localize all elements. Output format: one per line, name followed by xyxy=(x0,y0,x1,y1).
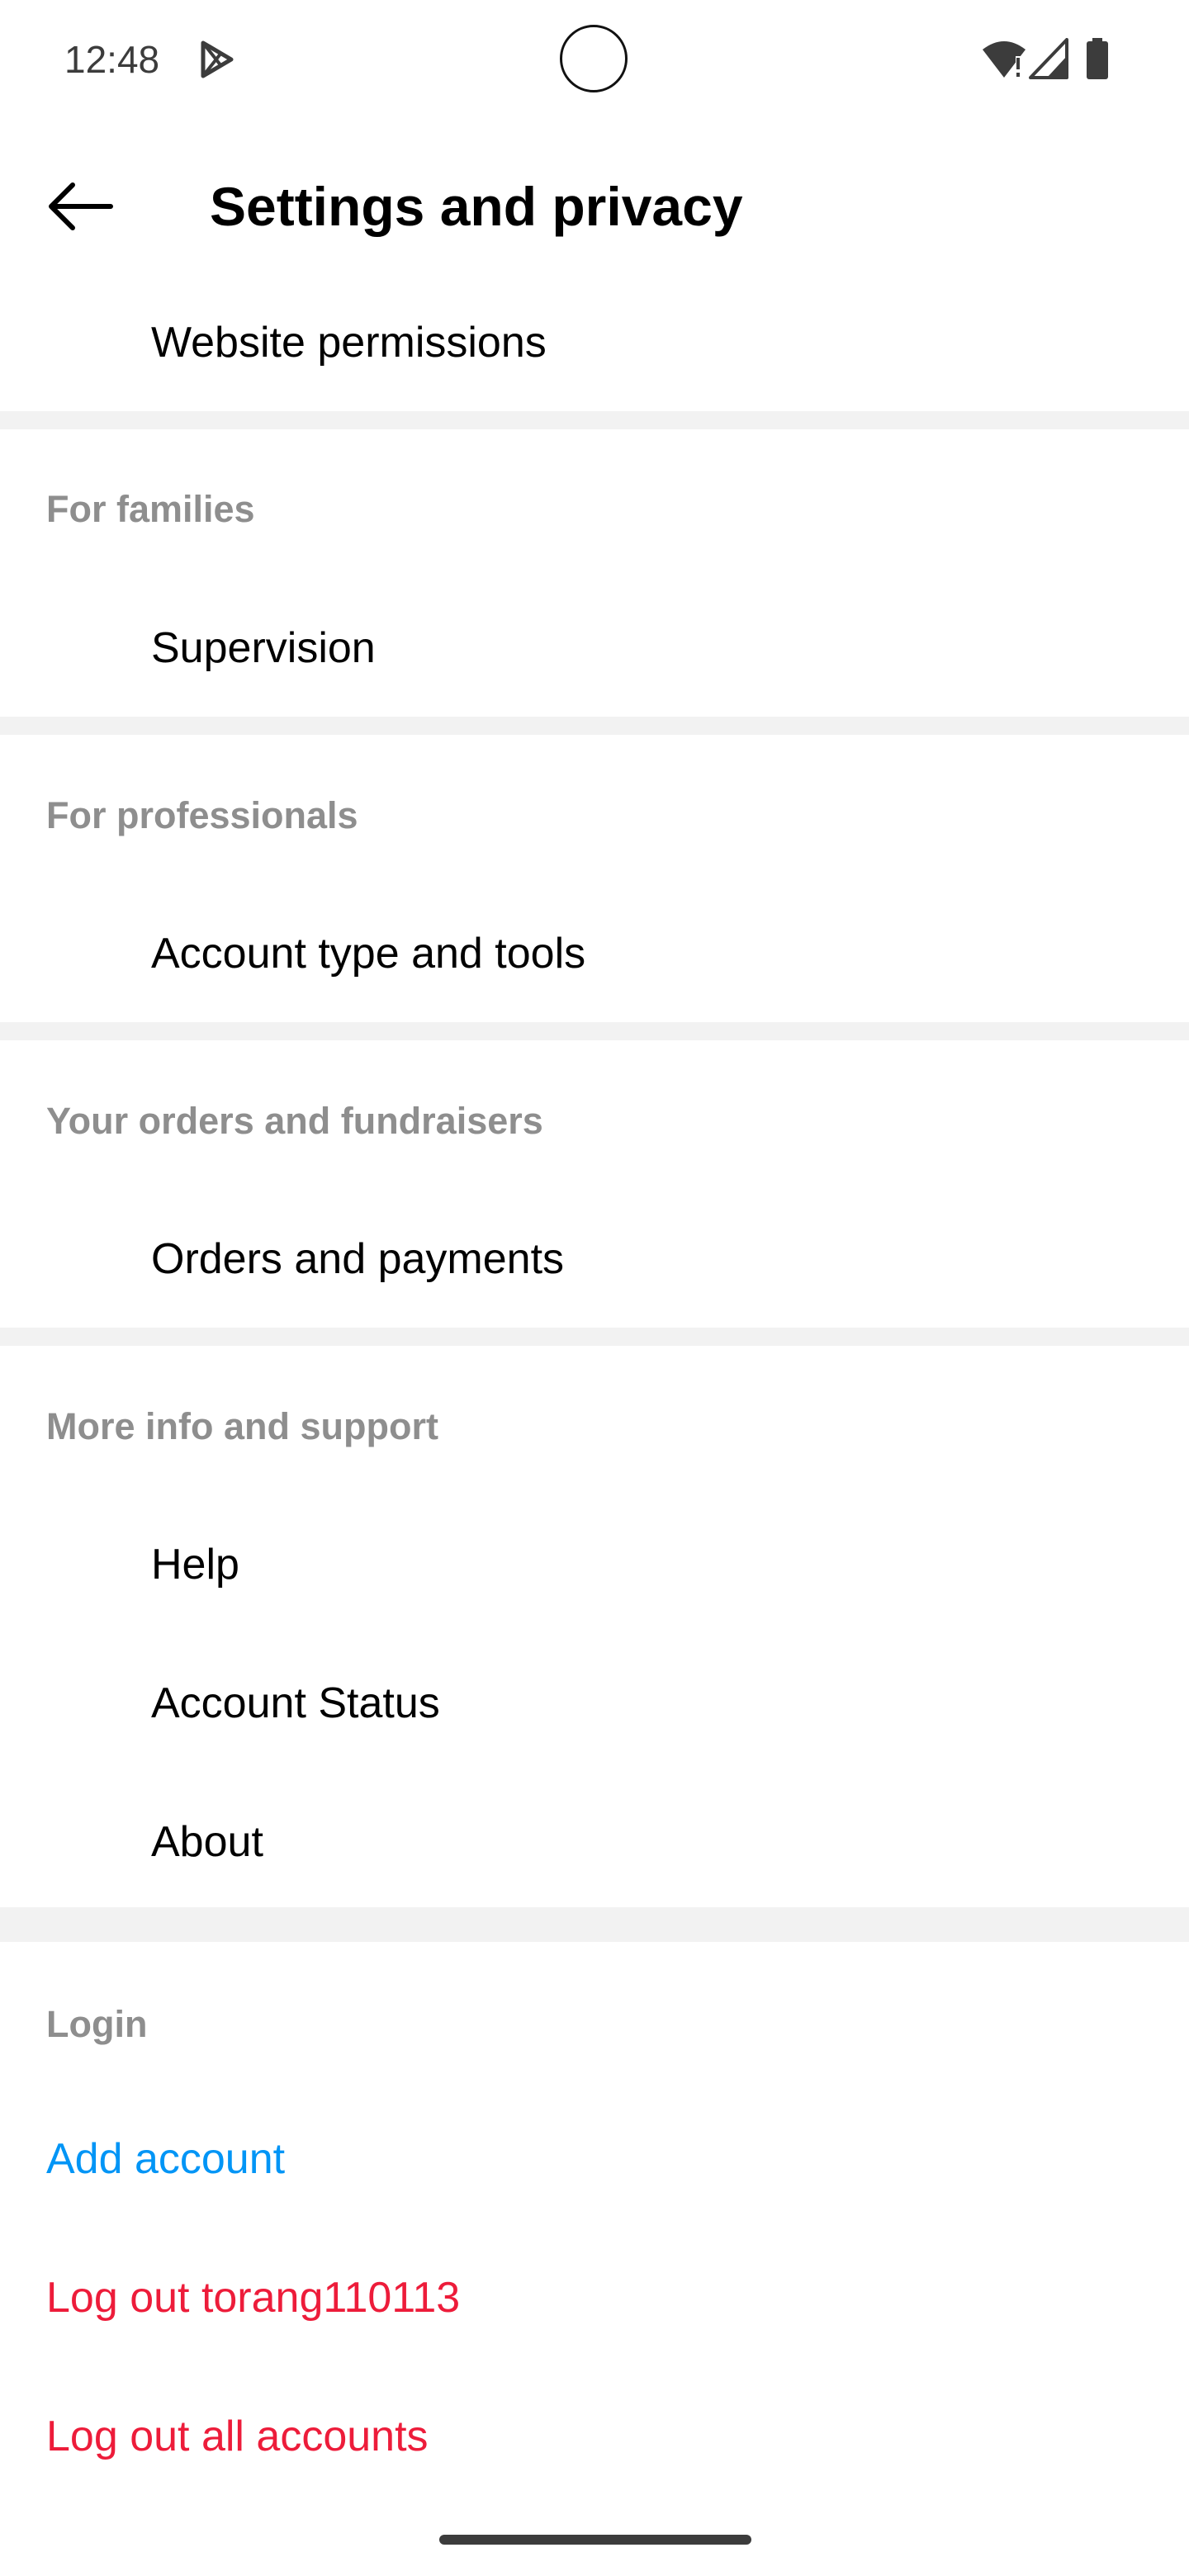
about-label: About xyxy=(151,1818,263,1866)
screen: 12:48 Settings and privacy Website permi… xyxy=(0,0,1189,2576)
app-bar: Settings and privacy xyxy=(0,140,1189,264)
section-header-families: For families xyxy=(46,488,255,530)
log-out-user-label: Log out torang110113 xyxy=(46,2274,461,2322)
home-indicator[interactable] xyxy=(439,2535,751,2545)
log-out-all-label: Log out all accounts xyxy=(46,2413,429,2460)
supervision-item[interactable]: Supervision xyxy=(0,586,1189,710)
camera-cutout xyxy=(560,25,628,92)
status-bar: 12:48 xyxy=(0,0,1189,119)
supervision-label: Supervision xyxy=(151,624,376,672)
add-account-label: Add account xyxy=(46,2135,286,2183)
section-divider xyxy=(0,1022,1189,1040)
section-divider xyxy=(0,717,1189,735)
play-store-icon xyxy=(201,40,234,78)
cell-signal-icon xyxy=(1029,38,1068,79)
battery-icon xyxy=(1087,38,1108,79)
arrow-left-icon xyxy=(49,182,113,230)
status-time: 12:48 xyxy=(64,38,160,81)
log-out-all-button[interactable]: Log out all accounts xyxy=(0,2375,1189,2498)
section-header-professionals: For professionals xyxy=(46,794,358,836)
about-item[interactable]: About xyxy=(0,1780,1189,1904)
section-header-login: Login xyxy=(46,2003,148,2045)
section-header-support: More info and support xyxy=(46,1405,438,1447)
website-permissions-item[interactable]: Website permissions xyxy=(0,281,1189,405)
account-status-item[interactable]: Account Status xyxy=(0,1641,1189,1765)
page-title: Settings and privacy xyxy=(210,176,743,237)
back-button[interactable] xyxy=(33,160,126,253)
help-item[interactable]: Help xyxy=(0,1503,1189,1627)
orders-payments-item[interactable]: Orders and payments xyxy=(0,1197,1189,1321)
orders-payments-label: Orders and payments xyxy=(151,1235,565,1283)
website-permissions-label: Website permissions xyxy=(151,319,547,367)
add-account-button[interactable]: Add account xyxy=(0,2097,1189,2221)
account-type-tools-item[interactable]: Account type and tools xyxy=(0,892,1189,1016)
section-divider xyxy=(0,411,1189,429)
section-header-orders: Your orders and fundraisers xyxy=(46,1100,543,1142)
help-label: Help xyxy=(151,1541,239,1589)
section-divider xyxy=(0,1907,1189,1942)
section-divider xyxy=(0,1328,1189,1346)
account-status-label: Account Status xyxy=(151,1679,440,1727)
wifi-alert-icon xyxy=(983,41,1026,78)
account-type-tools-label: Account type and tools xyxy=(151,930,586,978)
log-out-user-button[interactable]: Log out torang110113 xyxy=(0,2236,1189,2360)
